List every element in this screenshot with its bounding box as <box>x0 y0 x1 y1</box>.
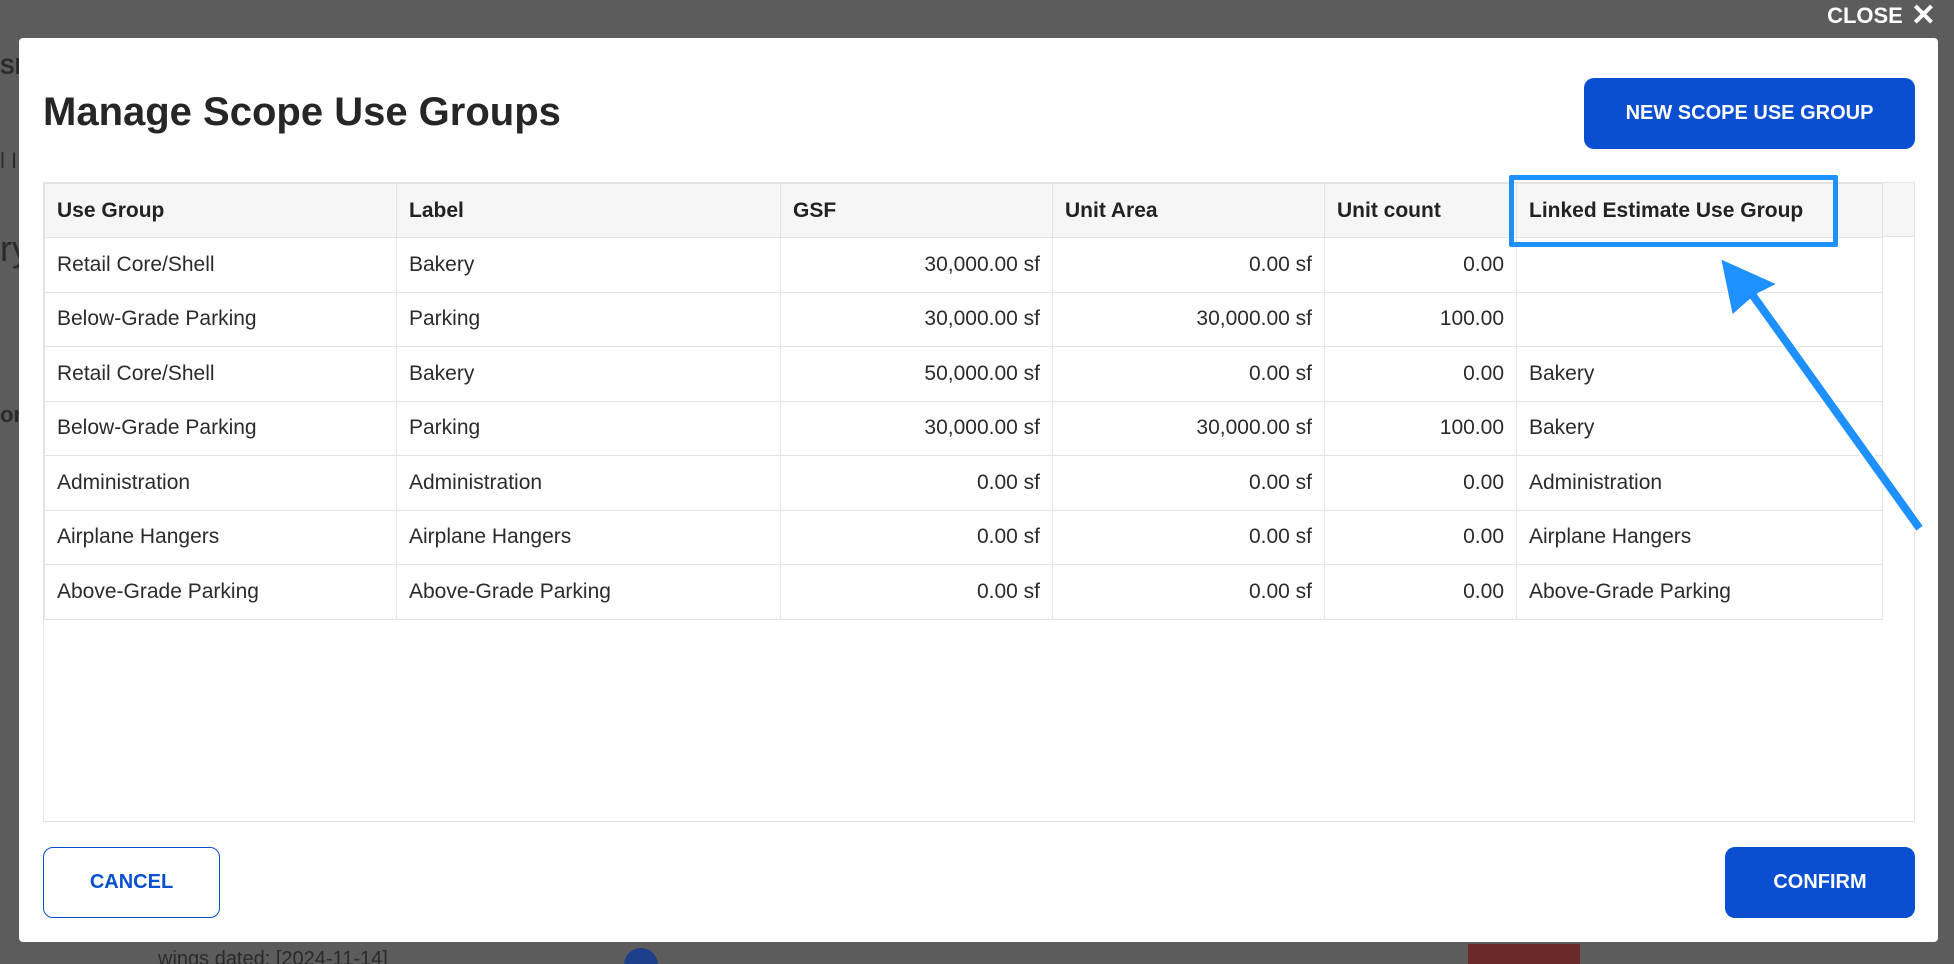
cell-label: Airplane Hangers <box>396 509 781 565</box>
cell-label: Administration <box>396 455 781 511</box>
cell-gsf: 30,000.00 sf <box>780 400 1053 456</box>
cell-linked-group: Bakery <box>1516 400 1883 456</box>
cell-unit-count: 0.00 <box>1324 564 1517 620</box>
table-row[interactable]: Retail Core/Shell Bakery 50,000.00 sf 0.… <box>44 346 1883 402</box>
close-x-icon: ✕ <box>1910 0 1936 32</box>
table-row[interactable]: Retail Core/Shell Bakery 30,000.00 sf 0.… <box>44 237 1883 293</box>
cell-unit-count: 0.00 <box>1324 237 1517 293</box>
cell-unit-area: 0.00 sf <box>1052 237 1325 293</box>
header-unit-area[interactable]: Unit Area <box>1052 183 1325 238</box>
cell-unit-count: 0.00 <box>1324 509 1517 565</box>
bg-red-cell <box>1468 944 1580 964</box>
cell-label: Bakery <box>396 346 781 402</box>
close-label: CLOSE <box>1827 3 1903 28</box>
header-use-group[interactable]: Use Group <box>44 183 397 238</box>
cell-linked-group: Administration <box>1516 455 1883 511</box>
confirm-button[interactable]: CONFIRM <box>1725 847 1915 918</box>
header-filler <box>1880 183 1914 237</box>
cell-gsf: 30,000.00 sf <box>780 291 1053 347</box>
cell-unit-area: 0.00 sf <box>1052 564 1325 620</box>
cell-unit-area: 30,000.00 sf <box>1052 400 1325 456</box>
header-unit-count[interactable]: Unit count <box>1324 183 1517 238</box>
cell-label: Parking <box>396 291 781 347</box>
cell-gsf: 30,000.00 sf <box>780 237 1053 293</box>
cell-linked-group: Above-Grade Parking <box>1516 564 1883 620</box>
close-button[interactable]: CLOSE ✕ <box>1827 0 1936 32</box>
cell-unit-area: 0.00 sf <box>1052 455 1325 511</box>
header-linked-estimate-use-group[interactable]: Linked Estimate Use Group <box>1516 183 1883 238</box>
header-label[interactable]: Label <box>396 183 781 238</box>
cell-linked-group: Airplane Hangers <box>1516 509 1883 565</box>
cancel-button[interactable]: CANCEL <box>43 847 220 918</box>
cell-unit-area: 0.00 sf <box>1052 509 1325 565</box>
cell-label: Parking <box>396 400 781 456</box>
header-gsf[interactable]: GSF <box>780 183 1053 238</box>
cell-unit-count: 100.00 <box>1324 291 1517 347</box>
cell-unit-count: 100.00 <box>1324 400 1517 456</box>
cell-unit-area: 0.00 sf <box>1052 346 1325 402</box>
cell-linked-group: Bakery <box>1516 346 1883 402</box>
manage-scope-use-groups-modal: Manage Scope Use Groups NEW SCOPE USE GR… <box>19 38 1938 942</box>
cell-linked-group <box>1516 237 1883 293</box>
bg-add-icon <box>624 948 658 964</box>
modal-title: Manage Scope Use Groups <box>43 90 561 134</box>
cell-use-group: Administration <box>44 455 397 511</box>
cell-unit-count: 0.00 <box>1324 455 1517 511</box>
cell-gsf: 0.00 sf <box>780 455 1053 511</box>
use-group-table: Use Group Label GSF Unit Area Unit count… <box>44 183 1883 620</box>
table-row[interactable]: Administration Administration 0.00 sf 0.… <box>44 455 1883 511</box>
cell-gsf: 0.00 sf <box>780 564 1053 620</box>
new-scope-use-group-button[interactable]: NEW SCOPE USE GROUP <box>1584 78 1915 149</box>
table-row[interactable]: Below-Grade Parking Parking 30,000.00 sf… <box>44 400 1883 456</box>
cell-use-group: Retail Core/Shell <box>44 237 397 293</box>
bg-fragment: l I <box>0 148 18 173</box>
cell-unit-count: 0.00 <box>1324 346 1517 402</box>
table-row[interactable]: Above-Grade Parking Above-Grade Parking … <box>44 564 1883 620</box>
cell-use-group: Below-Grade Parking <box>44 291 397 347</box>
scope-use-groups-table: Use Group Label GSF Unit Area Unit count… <box>43 182 1915 822</box>
cell-use-group: Below-Grade Parking <box>44 400 397 456</box>
table-row[interactable]: Airplane Hangers Airplane Hangers 0.00 s… <box>44 509 1883 565</box>
cell-unit-area: 30,000.00 sf <box>1052 291 1325 347</box>
table-header-row: Use Group Label GSF Unit Area Unit count… <box>44 183 1883 238</box>
cell-use-group: Airplane Hangers <box>44 509 397 565</box>
cell-use-group: Above-Grade Parking <box>44 564 397 620</box>
cell-gsf: 50,000.00 sf <box>780 346 1053 402</box>
cell-label: Bakery <box>396 237 781 293</box>
cell-linked-group <box>1516 291 1883 347</box>
cell-use-group: Retail Core/Shell <box>44 346 397 402</box>
bg-footer-text: wings dated: [2024-11-14] <box>158 948 388 964</box>
cell-label: Above-Grade Parking <box>396 564 781 620</box>
table-row[interactable]: Below-Grade Parking Parking 30,000.00 sf… <box>44 291 1883 347</box>
cell-gsf: 0.00 sf <box>780 509 1053 565</box>
